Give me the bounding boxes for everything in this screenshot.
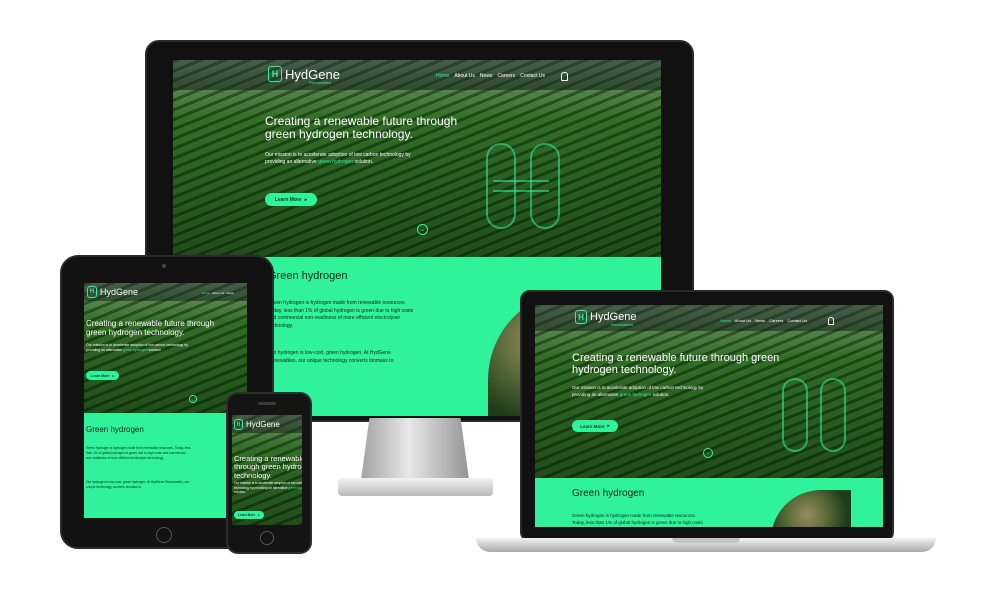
tablet-section-paragraph-1: Green hydrogen is hydrogen made from ren… <box>86 446 191 460</box>
laptop-scroll-down-icon[interactable]: ⌄ <box>703 448 713 458</box>
tablet-scroll-down-icon[interactable]: ⌄ <box>189 395 197 403</box>
tablet-hero-title: Creating a renewable future through gree… <box>86 319 215 337</box>
phone-home-button[interactable] <box>260 531 274 545</box>
laptop-hero-text: Our mission is to accelerate adoption of… <box>572 385 704 397</box>
laptop-main-nav: Home About Us News Careers Contact Us <box>720 318 807 323</box>
phone-arrow-right-icon: ▸ <box>258 513 260 517</box>
hero-text: Our mission is to accelerate adoption of… <box>265 152 411 166</box>
tablet-nav-home[interactable]: Home <box>202 291 210 295</box>
laptop-learn-more-button[interactable]: Learn More ▸ <box>572 420 618 432</box>
phone-logo-mark-icon: H <box>234 419 243 430</box>
monitor-stand <box>361 418 469 480</box>
laptop-nav-careers[interactable]: Careers <box>769 318 783 323</box>
nav-contact[interactable]: Contact Us <box>520 73 545 79</box>
section-paragraph-2: Our hydrogen is low-cost, green hydrogen… <box>268 350 394 364</box>
phone-hero-text: Our mission is to accelerate adoption of… <box>234 481 302 495</box>
laptop-section-title: Green hydrogen <box>572 488 645 499</box>
laptop-nav-contact[interactable]: Contact Us <box>787 318 807 323</box>
hydgene-h-mark-bar <box>493 180 549 192</box>
phone-speaker <box>258 402 276 405</box>
laptop-logo-subtext: Renewables <box>611 322 634 327</box>
phone-learn-more-button[interactable]: Learn More ▸ <box>234 511 264 519</box>
tablet-logo-mark-icon: H <box>87 286 97 298</box>
laptop-hero-title: Creating a renewable future through gree… <box>572 352 780 377</box>
laptop-nav-about[interactable]: About Us <box>735 318 751 323</box>
section-paragraph-1: Green hydrogen is hydrogen made from ren… <box>268 300 414 329</box>
laptop-arrow-right-icon: ▸ <box>607 423 610 428</box>
tablet-camera-icon <box>162 264 166 268</box>
section-title: Green hydrogen <box>268 270 348 282</box>
phone-screen: H HydGene Creating a renewable future th… <box>232 415 302 525</box>
user-icon[interactable] <box>561 72 568 81</box>
laptop-nav-news[interactable]: News <box>755 318 765 323</box>
laptop-nav-home[interactable]: Home <box>720 318 731 323</box>
hero-title: Creating a renewable future through gree… <box>265 114 458 142</box>
laptop-notch <box>672 538 740 543</box>
tablet-section-title: Green hydrogen <box>86 425 144 434</box>
tablet-site-logo[interactable]: H HydGene <box>87 286 138 298</box>
tablet-nav-news[interactable]: News <box>226 291 234 295</box>
logo-subtext: Renewables <box>309 80 332 85</box>
main-nav: Home About Us News Careers Contact Us <box>436 73 545 79</box>
tablet-nav-about[interactable]: About Us <box>212 291 224 295</box>
tablet-logo-text: HydGene <box>100 287 139 297</box>
logo-mark-icon: H <box>268 66 282 82</box>
tablet-learn-more-button[interactable]: Learn More ▸ <box>86 371 119 380</box>
laptop-user-icon[interactable] <box>828 317 834 325</box>
learn-more-button[interactable]: Learn More ▸ <box>265 193 317 206</box>
monitor-base <box>338 478 493 496</box>
laptop-section-paragraph: Green hydrogen is hydrogen made from ren… <box>572 513 703 527</box>
phone-site-logo[interactable]: H HydGene <box>234 419 280 430</box>
tablet-hero-text: Our mission is to accelerate adoption of… <box>86 343 188 353</box>
nav-home[interactable]: Home <box>436 73 449 79</box>
phone-hero-title: Creating a renewable future through gree… <box>234 454 302 480</box>
laptop-h-mark-icon <box>782 378 808 452</box>
nav-careers[interactable]: Careers <box>497 73 515 79</box>
tablet-main-nav: Home About Us News <box>202 291 234 295</box>
laptop-h-mark-icon-right <box>820 378 846 452</box>
arrow-right-icon: ▸ <box>304 196 308 203</box>
tablet-home-button[interactable] <box>156 527 172 543</box>
nav-news[interactable]: News <box>480 73 493 79</box>
tablet-arrow-right-icon: ▸ <box>112 373 115 378</box>
nav-about[interactable]: About Us <box>454 73 475 79</box>
laptop-screen: H HydGene Renewables Home About Us News … <box>535 305 883 527</box>
site-header <box>173 60 661 90</box>
tablet-section-paragraph-2: Our hydrogen is low-cost, green hydrogen… <box>86 480 190 489</box>
laptop-logo-mark-icon: H <box>575 310 587 324</box>
tablet-screen: H HydGene Home About Us News Creating a … <box>84 283 247 518</box>
phone-logo-text: HydGene <box>246 420 280 429</box>
scroll-down-icon[interactable]: ⌄ <box>417 224 428 235</box>
